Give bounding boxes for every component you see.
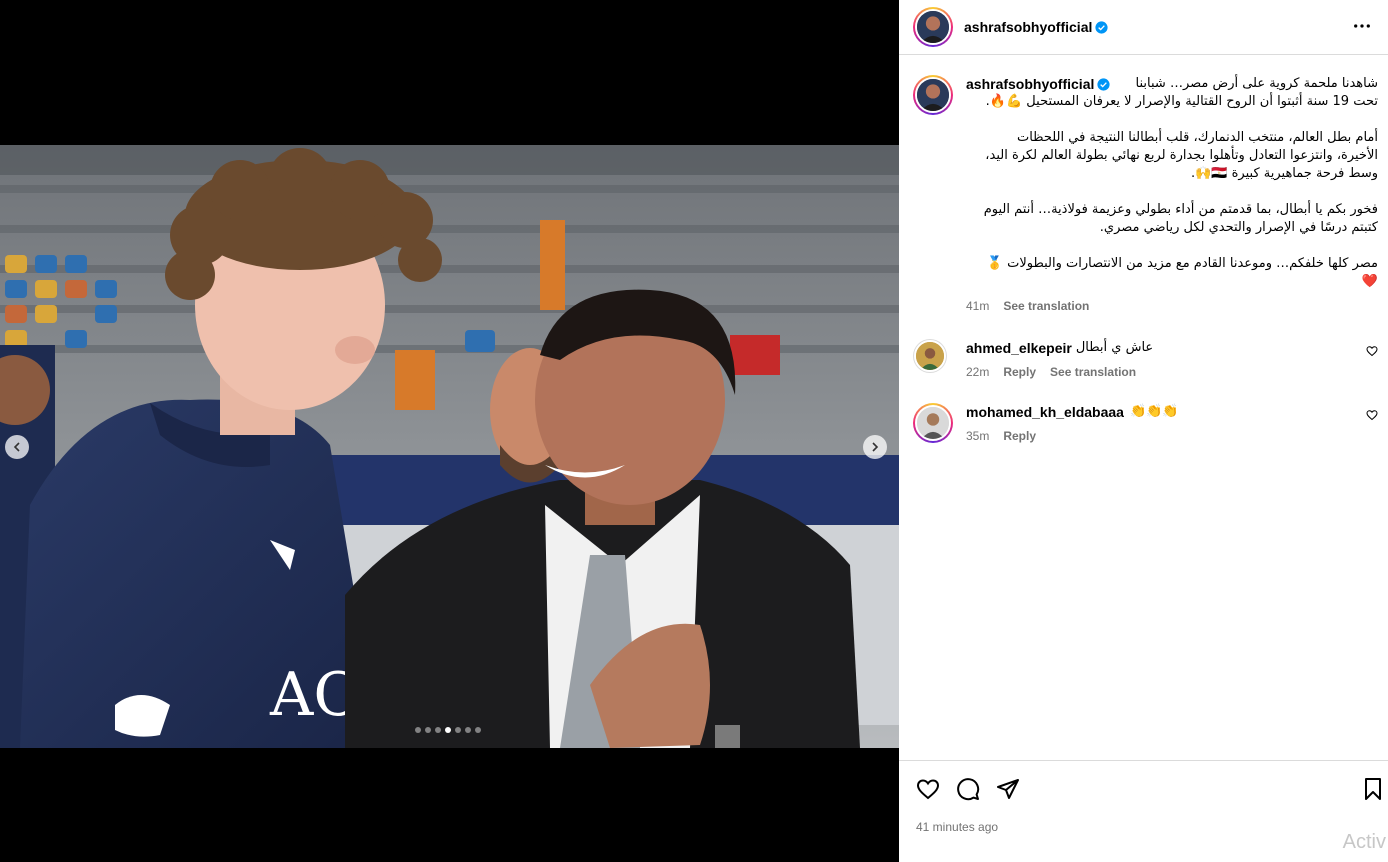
caption-line: ❤️	[1361, 274, 1378, 289]
reply-button[interactable]: Reply	[1003, 363, 1036, 381]
caption-meta: 41m See translation	[966, 297, 1378, 315]
avatar-image	[914, 340, 946, 372]
carousel-prev-button[interactable]	[5, 435, 29, 459]
chevron-right-icon	[872, 442, 879, 452]
author-avatar[interactable]	[913, 7, 953, 47]
caption-line: الأخيرة، وانتزعوا التعادل وتأهلوا بجدارة…	[985, 148, 1378, 163]
post-header: ashrafsobhyofficial	[899, 0, 1388, 55]
avatar-image	[915, 77, 951, 113]
comment-time: 22m	[966, 365, 990, 379]
caption: ashrafsobhyofficial شاهدنا ملحمة كروية ع…	[913, 75, 1378, 315]
post-side-panel: ashrafsobhyofficial ashrafsobhyofficial	[899, 0, 1388, 862]
comment-meta: 35m Reply	[966, 427, 1378, 445]
carousel-dot[interactable]	[435, 727, 441, 733]
actions-bar: 41 minutes ago Activ	[899, 760, 1388, 862]
post-photo[interactable]: AC	[0, 145, 899, 748]
comment-icon[interactable]	[956, 777, 980, 801]
commenter-avatar[interactable]	[913, 339, 947, 373]
heart-icon[interactable]	[916, 777, 940, 801]
carousel-dot[interactable]	[455, 727, 461, 733]
bookmark-icon[interactable]	[1361, 777, 1385, 801]
caption-username[interactable]: ashrafsobhyofficial	[966, 75, 1094, 93]
caption-avatar[interactable]	[913, 75, 953, 115]
caption-line	[966, 183, 1378, 201]
send-icon[interactable]	[996, 777, 1020, 801]
caption-line	[966, 237, 1378, 255]
media-pane: AC	[0, 0, 899, 862]
caption-line: أمام بطل العالم، منتخب الدنمارك، قلب أبط…	[1016, 130, 1378, 145]
comments-area: ashrafsobhyofficial شاهدنا ملحمة كروية ع…	[899, 56, 1388, 760]
comment-text: 👏👏👏	[1129, 404, 1179, 419]
more-options-button[interactable]	[1352, 16, 1372, 36]
comment-item: ahmed_elkepeir عاش ي أبطال 22m Reply See…	[913, 339, 1378, 381]
carousel-dot[interactable]	[425, 727, 431, 733]
verified-badge-icon	[1097, 77, 1110, 91]
caption-line: كتبتم درسًا في الإصرار والتحدي لكل رياضي…	[1099, 220, 1378, 235]
comment-username[interactable]: ahmed_elkepeir	[966, 339, 1072, 357]
caption-line: مصر كلها خلفكم… وموعدنا القادم مع مزيد م…	[986, 256, 1378, 271]
post-time-ago: 41 minutes ago	[916, 820, 999, 834]
photo-illustration: AC	[0, 145, 899, 748]
avatar-image	[915, 9, 951, 45]
caption-time: 41m	[966, 299, 990, 313]
carousel-dot[interactable]	[445, 727, 451, 733]
comment-like-icon[interactable]	[1366, 345, 1378, 357]
header-username[interactable]: ashrafsobhyofficial	[964, 19, 1092, 35]
caption-text: شاهدنا ملحمة كروية على أرض مصر… شبابنا تح…	[966, 75, 1378, 291]
verified-badge-icon	[1095, 20, 1108, 34]
caption-line: وسط فرحة جماهيرية كبيرة 🇪🇬🙌.	[1190, 166, 1378, 181]
reply-button[interactable]: Reply	[1003, 427, 1036, 445]
carousel-next-button[interactable]	[863, 435, 887, 459]
caption-line: فخور بكم يا أبطال، بما قدمتم من أداء بطو…	[983, 202, 1378, 217]
comment-username[interactable]: mohamed_kh_eldabaaa	[966, 403, 1124, 421]
carousel-dot[interactable]	[415, 727, 421, 733]
comment-time: 35m	[966, 429, 990, 443]
carousel-dot[interactable]	[475, 727, 481, 733]
avatar-image	[915, 405, 951, 441]
see-translation-link[interactable]: See translation	[1050, 363, 1136, 381]
comment-text: عاش ي أبطال	[1075, 340, 1154, 355]
comment-meta: 22m Reply See translation	[966, 363, 1378, 381]
caption-line	[966, 111, 1378, 129]
chevron-left-icon	[13, 442, 20, 452]
carousel-dots	[415, 727, 481, 733]
comment-like-icon[interactable]	[1366, 409, 1378, 421]
more-horizontal-icon	[1354, 24, 1370, 28]
comment-item: mohamed_kh_eldabaaa 👏👏👏 35m Reply	[913, 403, 1378, 445]
commenter-avatar[interactable]	[913, 403, 953, 443]
see-translation-link[interactable]: See translation	[1003, 297, 1089, 315]
carousel-dot[interactable]	[465, 727, 471, 733]
caption-line: تحت 19 سنة أثبتوا أن الروح القتالية والإ…	[985, 94, 1378, 109]
windows-activation-watermark: Activ	[1342, 831, 1386, 853]
